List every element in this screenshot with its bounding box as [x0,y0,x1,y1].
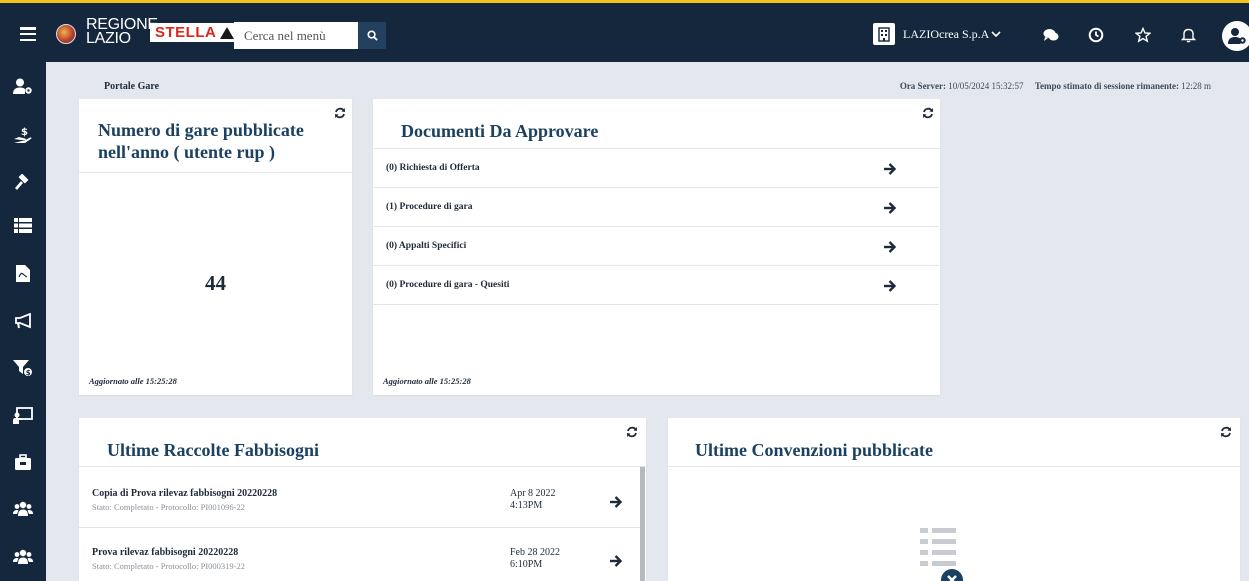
list-icon[interactable] [12,214,34,236]
svg-text:$: $ [26,369,31,377]
arrow-right-icon[interactable] [609,554,623,568]
document-row-label: (0) Procedure di gara - Quesiti [386,280,510,290]
updated-timestamp: Aggiornato alle 15:25:28 [383,376,471,386]
stella-logo[interactable]: STELLA [150,23,240,42]
fabbisogni-card: Ultime Raccolte Fabbisogni Copia di Prov… [79,418,646,581]
refresh-icon[interactable] [334,107,346,119]
document-row-label: (0) Appalti Specifici [386,241,467,251]
card-title: Documenti Da Approvare [401,121,599,141]
server-time-label: Ora Server: [899,81,947,91]
refresh-icon[interactable] [1220,426,1232,438]
breadcrumb[interactable]: Portale Gare [104,81,159,92]
company-selector[interactable]: LAZIOcrea S.p.A [873,23,1001,45]
document-row[interactable]: (0) Appalti Specifici [373,227,939,266]
chat-icon[interactable] [1041,25,1061,45]
sidebar: $ $ [0,62,46,581]
briefcase-icon[interactable] [12,451,34,473]
documents-card: Documenti Da Approvare (0) Richiesta di … [373,99,940,395]
user-settings-icon[interactable] [12,75,34,97]
fabbisogni-row[interactable]: Copia di Prova rilevaz fabbisogni 202202… [79,467,641,528]
document-row[interactable]: (1) Procedure di gara [373,188,939,227]
row-title: Prova rilevaz fabbisogni 20220228 [92,547,239,558]
gare-count-value: 44 [205,271,226,295]
search-icon [366,30,378,41]
pdf-document-icon[interactable] [12,262,34,284]
filter-money-icon[interactable]: $ [12,357,34,379]
menu-search-input[interactable] [234,22,358,49]
convenzioni-card: Ultime Convenzioni pubblicate [668,418,1240,581]
svg-text:$: $ [21,127,28,138]
hamburger-icon[interactable] [20,27,36,42]
chevron-down-icon [991,30,1001,37]
row-date: Apr 8 2022 4:13PM [510,488,556,511]
arrow-right-icon[interactable] [883,240,897,254]
server-info: Ora Server: 10/05/2024 15:32:57 Tempo st… [900,81,1211,91]
card-title: Numero di gare pubblicate nell'anno ( ut… [98,120,304,162]
hand-money-icon[interactable]: $ [12,124,34,146]
arrow-right-icon[interactable] [609,495,623,509]
document-row-label: (0) Richiesta di Offerta [386,163,480,173]
refresh-icon[interactable] [922,107,934,119]
company-name: LAZIOcrea S.p.A [903,26,990,41]
row-date: Feb 28 2022 6:10PM [510,547,560,570]
document-row[interactable]: (0) Procedure di gara - Quesiti [373,266,939,305]
server-time-value: 10/05/2024 15:32:57 [948,81,1024,91]
megaphone-icon[interactable] [12,310,34,332]
users-icon[interactable] [12,498,34,520]
card-title: Ultime Raccolte Fabbisogni [107,440,319,460]
row-status: Stato: Completato - Protocollo: PI001096… [92,502,245,512]
document-row[interactable]: (0) Richiesta di Offerta [373,149,939,188]
gare-count-card: Numero di gare pubblicate nell'anno ( ut… [79,99,352,395]
user-settings-icon[interactable] [1222,21,1249,51]
arrow-right-icon[interactable] [883,162,897,176]
fabbisogni-row[interactable]: Prova rilevaz fabbisogni 20220228 Stato:… [79,528,641,581]
clock-icon[interactable] [1086,25,1106,45]
updated-timestamp: Aggiornato alle 15:25:28 [89,376,177,386]
divider [668,466,1240,467]
star-icon[interactable] [1133,25,1153,45]
arrow-right-icon[interactable] [883,279,897,293]
top-bar: REGIONE LAZIO STELLA LAZIOcrea S.p.A [0,0,1249,62]
scrollbar[interactable] [640,467,645,581]
regione-lazio-text: REGIONE LAZIO [86,16,158,47]
divider [79,172,352,173]
document-row-label: (1) Procedure di gara [386,202,473,212]
presentation-icon[interactable] [12,404,34,426]
row-status: Stato: Completato - Protocollo: PI000319… [92,561,245,571]
empty-list-icon [920,528,963,581]
card-title: Ultime Convenzioni pubblicate [695,440,934,460]
regione-lazio-logo [56,24,76,44]
arrow-right-icon[interactable] [883,201,897,215]
refresh-icon[interactable] [626,426,638,438]
bell-icon[interactable] [1178,25,1198,45]
gavel-icon[interactable] [12,172,34,194]
row-title: Copia di Prova rilevaz fabbisogni 202202… [92,488,278,499]
session-value: 12:28 m [1181,81,1211,91]
session-label: Tempo stimato di sessione rimanente: [1034,81,1179,91]
users-icon[interactable] [12,546,34,568]
search-button[interactable] [358,22,386,49]
building-icon [873,23,895,45]
